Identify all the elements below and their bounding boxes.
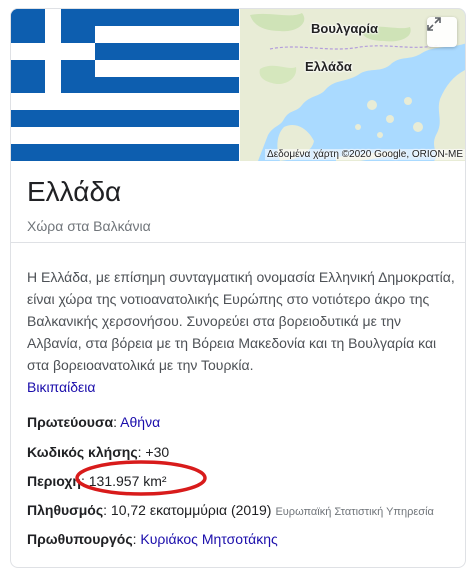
capital-link[interactable]: Αθήνα (120, 414, 160, 430)
knowledge-panel: Βουλγαρία Ελλάδα Δεδομένα χάρτη ©2020 Go… (10, 8, 466, 568)
description-text: Η Ελλάδα, με επίσημη συνταγματική ονομασ… (27, 269, 455, 373)
map-label-bulgaria: Βουλγαρία (311, 21, 378, 36)
fact-calling-code: Κωδικός κλήσης: +30 (27, 443, 465, 461)
fact-label: Πρωτεύουσα (27, 414, 114, 430)
fact-separator: : (80, 473, 89, 489)
entity-header: Ελλάδα Χώρα στα Βαλκάνια (27, 175, 151, 235)
prime-minister-link[interactable]: Κυριάκος Μητσοτάκης (140, 531, 277, 547)
fact-label: Πληθυσμός (27, 502, 104, 518)
expand-map-button[interactable] (427, 17, 457, 47)
population-value: 10,72 εκατομμύρια (2019) (110, 502, 272, 518)
area-value: 131.957 km² (88, 473, 167, 489)
fact-population: Πληθυσμός: 10,72 εκατομμύρια (2019) Ευρωπ… (27, 501, 465, 521)
map-label-greece: Ελλάδα (305, 59, 352, 74)
page-title: Ελλάδα (27, 176, 122, 207)
location-map[interactable]: Βουλγαρία Ελλάδα Δεδομένα χάρτη ©2020 Go… (240, 9, 465, 161)
fact-area: Περιοχή: 131.957 km² (27, 472, 465, 490)
fact-label: Πρωθυπουργός (27, 531, 133, 547)
fact-prime-minister: Πρωθυπουργός: Κυριάκος Μητσοτάκης (27, 530, 465, 548)
description: Η Ελλάδα, με επίσημη συνταγματική ονομασ… (27, 266, 457, 398)
greek-flag[interactable] (11, 9, 239, 161)
wikipedia-link[interactable]: Βικιπαίδεια (27, 376, 457, 398)
fact-separator: : (103, 502, 111, 518)
header-media: Βουλγαρία Ελλάδα Δεδομένα χάρτη ©2020 Go… (11, 9, 465, 161)
fact-capital: Πρωτεύουσα: Αθήνα (27, 413, 465, 431)
expand-icon (427, 17, 441, 31)
fact-label: Κωδικός κλήσης (27, 444, 138, 460)
entity-subtitle: Χώρα στα Βαλκάνια (27, 218, 151, 234)
calling-code-value: +30 (145, 444, 170, 460)
map-attribution: Δεδομένα χάρτη ©2020 Google, ORION-ME (265, 149, 465, 160)
divider (11, 242, 465, 243)
population-source-link[interactable]: Ευρωπαϊκή Στατιστική Υπηρεσία (275, 506, 433, 518)
fact-label: Περιοχή (27, 473, 81, 489)
